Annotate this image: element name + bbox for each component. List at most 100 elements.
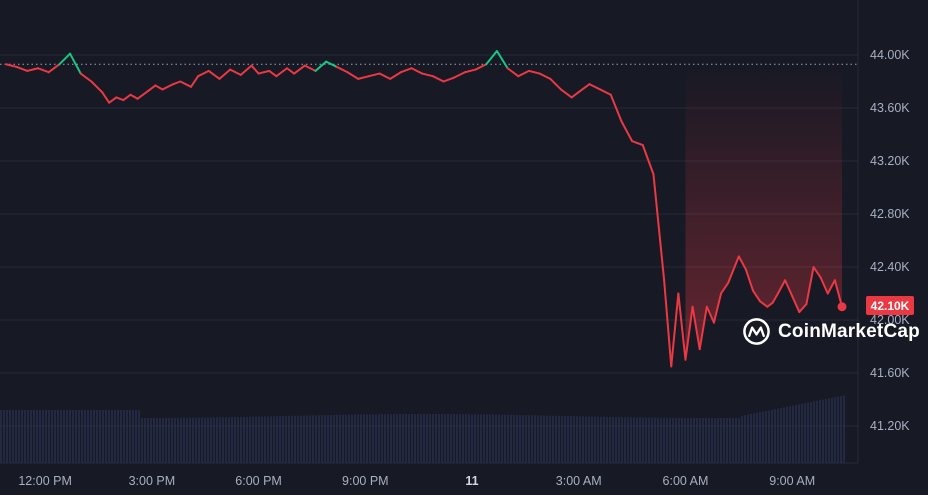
volume-bar	[375, 414, 377, 463]
price-segment	[378, 72, 392, 80]
volume-bar	[738, 417, 740, 463]
volume-bar	[360, 414, 362, 463]
volume-bar	[585, 416, 587, 463]
volume-bar	[267, 416, 269, 463]
volume-bar	[204, 417, 206, 463]
volume-bar	[174, 417, 176, 463]
price-segment	[26, 67, 40, 72]
price-segment	[346, 71, 360, 80]
volume-bar	[255, 416, 257, 463]
volume-bar	[390, 414, 392, 463]
price-segment	[136, 89, 150, 100]
volume-bar	[180, 417, 182, 463]
price-segment	[268, 69, 278, 78]
volume-bar	[243, 416, 245, 463]
volume-bar	[120, 410, 122, 463]
volume-bar	[36, 410, 38, 463]
price-chart: 44.00K43.60K43.20K42.80K42.40K42.00K41.6…	[0, 0, 910, 488]
volume-bar	[792, 405, 794, 463]
volume-bar	[138, 410, 140, 463]
volume-bar	[504, 414, 506, 463]
price-segment	[463, 68, 477, 74]
volume-bar	[336, 414, 338, 463]
volume-bar	[93, 410, 95, 463]
volume-bar	[21, 410, 23, 463]
price-segment	[559, 88, 573, 99]
y-tick-label: 43.60K	[870, 101, 910, 115]
volume-bar	[771, 409, 773, 463]
volume-bar	[786, 406, 788, 463]
volume-bar	[597, 416, 599, 463]
y-tick-label: 41.20K	[870, 419, 910, 433]
volume-bar	[741, 415, 743, 463]
volume-bar	[774, 409, 776, 463]
volume-bar	[639, 417, 641, 463]
price-segment	[410, 67, 424, 75]
volume-bar	[57, 410, 59, 463]
volume-bar	[309, 415, 311, 463]
price-segment	[15, 65, 29, 72]
volume-bar	[840, 396, 842, 463]
volume-bar	[618, 417, 620, 463]
price-segment	[527, 69, 541, 75]
volume-bar	[171, 417, 173, 463]
volume-bar	[678, 417, 680, 463]
volume-bar	[213, 417, 215, 463]
volume-bar	[558, 415, 560, 463]
price-segment	[115, 96, 125, 102]
volume-bar	[534, 415, 536, 463]
volume-bar	[195, 417, 197, 463]
volume-bar	[114, 410, 116, 463]
y-tick-label: 42.80K	[870, 207, 910, 221]
volume-bar	[66, 410, 68, 463]
volume-bar	[657, 417, 659, 463]
volume-bar	[510, 414, 512, 463]
volume-bar	[234, 417, 236, 463]
volume-bar	[42, 410, 44, 463]
volume-bar	[69, 410, 71, 463]
price-segment	[101, 91, 111, 104]
volume-bar	[819, 400, 821, 463]
volume-bar	[300, 415, 302, 463]
x-tick-label: 12:00 PM	[18, 474, 72, 488]
volume-bar	[345, 414, 347, 463]
price-segment	[549, 77, 562, 91]
volume-bar	[522, 415, 524, 463]
volume-bar	[423, 414, 425, 463]
volume-bar	[609, 416, 611, 463]
price-segment	[631, 140, 644, 147]
x-tick-label: 3:00 PM	[129, 474, 176, 488]
price-segment	[538, 72, 552, 80]
price-segment	[257, 69, 271, 75]
volume-bar	[489, 414, 491, 463]
price-segment	[172, 80, 182, 86]
volume-bar	[612, 416, 614, 463]
volume-bar	[654, 417, 656, 463]
volume-bar	[198, 417, 200, 463]
volume-bar	[393, 414, 395, 463]
volume-bar	[621, 417, 623, 463]
price-segment	[293, 64, 306, 75]
price-area-fill	[685, 64, 842, 360]
volume-bar	[186, 417, 188, 463]
volume-bar	[759, 412, 761, 463]
volume-bar	[183, 417, 185, 463]
volume-bar	[24, 410, 26, 463]
volume-bar	[474, 414, 476, 463]
price-segment	[670, 292, 680, 368]
volume-bar	[633, 417, 635, 463]
volume-bar	[294, 415, 296, 463]
price-segment	[570, 91, 580, 99]
volume-bar	[528, 415, 530, 463]
x-tick-label: 6:00 PM	[235, 474, 282, 488]
volume-bar	[84, 410, 86, 463]
volume-bar	[687, 417, 689, 463]
volume-bar	[63, 410, 65, 463]
volume-bar	[333, 414, 335, 463]
x-tick-label: 9:00 PM	[342, 474, 389, 488]
price-segment	[641, 144, 655, 176]
volume-bar	[798, 404, 800, 463]
volume-bar	[834, 397, 836, 463]
volume-bar	[381, 414, 383, 463]
volume-bar	[564, 415, 566, 463]
